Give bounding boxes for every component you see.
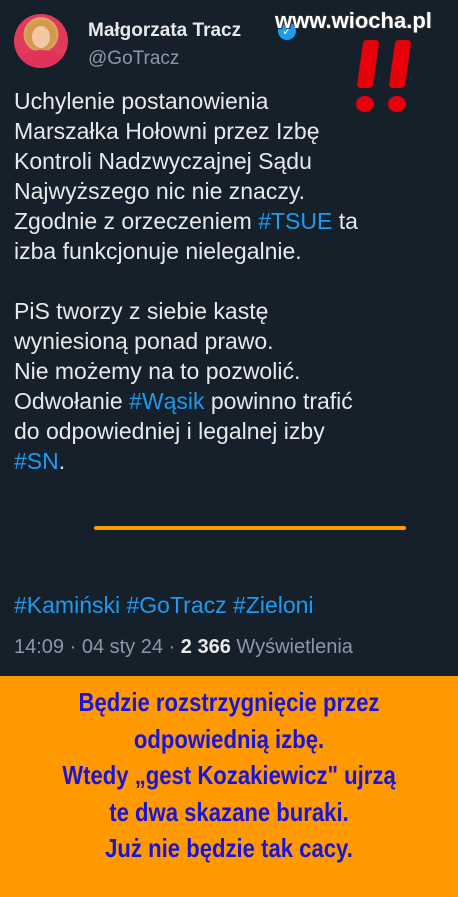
tweet-line: #SN. (14, 448, 66, 474)
hashtag-link-wasik[interactable]: #Wąsik (129, 388, 204, 414)
author-name[interactable]: Małgorzata Tracz (88, 20, 241, 42)
caption-line: odpowiednią izbę. (133, 723, 325, 754)
tweet-body: Uchylenie postanowienia Marszałka Hołown… (14, 86, 434, 476)
views-count: 2 366 (180, 636, 231, 658)
site-watermark: www.wiocha.pl (275, 8, 432, 33)
tweet-line: PiS tworzy z siebie kastę (14, 298, 269, 324)
tweet-card: Małgorzata Tracz ✓ @GoTracz www.wiocha.p… (0, 0, 458, 676)
caption-line: Wtedy „gest Kozakiewicz" ujrzą (62, 760, 396, 790)
views-label: Wyświetlenia (230, 636, 353, 658)
author-handle[interactable]: @GoTracz (88, 48, 179, 70)
caption-line: Będzie rozstrzygnięcie przez (78, 687, 380, 717)
tweet-line: Marszałka Hołowni przez Izbę (14, 118, 320, 144)
tweet-line: do odpowiedniej i legalnej izby (14, 418, 325, 444)
avatar-jacket (18, 50, 64, 68)
caption-line: te dwa skazane buraki. (109, 796, 349, 827)
hashtag-link-tsue[interactable]: #TSUE (258, 208, 332, 234)
tweet-line: izba funkcjonuje nielegalnie. (14, 238, 302, 264)
tweet-line: Kontroli Nadzwyczajnej Sądu (14, 148, 312, 174)
tweet-timestamp[interactable]: 14:09 · 04 sty 24 · (14, 636, 181, 658)
caption-line: Już nie będzie tak cacy. (105, 833, 353, 863)
author-avatar[interactable] (14, 14, 68, 68)
tweet-line: wyniesioną ponad prawo. (14, 328, 274, 354)
tweet-meta: 14:09 · 04 sty 24 · 2 366 Wyświetlenia (14, 636, 353, 659)
tweet-line: Zgodnie z orzeczeniem #TSUE ta (14, 208, 358, 234)
caption-text: Będzie rozstrzygnięcie przez odpowiednią… (34, 684, 423, 867)
avatar-face (32, 26, 50, 48)
hashtag-links[interactable]: #Kamiński #GoTracz #Zieloni (14, 592, 314, 619)
hashtag-link-sn[interactable]: #SN (14, 448, 59, 474)
orange-underline-annotation (94, 526, 406, 530)
tweet-line: Odwołanie #Wąsik powinno trafić (14, 388, 353, 414)
tweet-line: Najwyższego nic nie znaczy. (14, 178, 306, 204)
caption-banner: Będzie rozstrzygnięcie przez odpowiednią… (0, 676, 458, 897)
tweet-line: Uchylenie postanowienia (14, 88, 269, 114)
tweet-line: Nie możemy na to pozwolić. (14, 358, 301, 384)
